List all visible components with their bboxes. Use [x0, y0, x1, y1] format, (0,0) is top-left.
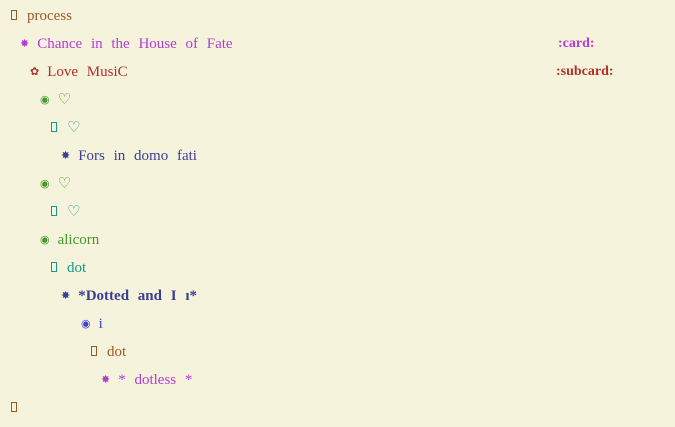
- outline-editor[interactable]: process ✸ Chance in the House of Fate :ca…: [0, 2, 675, 427]
- heading-text: i: [98, 316, 103, 332]
- heading-text: dot: [67, 260, 87, 276]
- outline-heading-heart-3[interactable]: ◉ ♡: [0, 170, 675, 198]
- heading-text: Love MusiC: [47, 64, 128, 80]
- outline-heading-dot-2[interactable]: dot: [0, 338, 675, 366]
- card-tag[interactable]: :card:: [558, 30, 595, 58]
- heading-text: process: [27, 8, 72, 24]
- outline-heading-heart-2[interactable]: ♡: [0, 114, 675, 142]
- star-bullet-icon: ✸: [61, 150, 71, 162]
- outline-heading-chance[interactable]: ✸ Chance in the House of Fate :card:: [0, 30, 675, 58]
- outline-heading-dotted[interactable]: ✸ *Dotted and I ı*: [0, 282, 675, 310]
- circle-dot-bullet-icon: ◉: [81, 318, 91, 330]
- outline-heading-dotless[interactable]: ✸ * dotless *: [0, 366, 675, 394]
- outline-heading-i[interactable]: ◉ i: [0, 310, 675, 338]
- square-bullet-icon: [91, 346, 97, 356]
- outline-heading-process[interactable]: process: [0, 2, 675, 30]
- star-bullet-icon: ✸: [20, 38, 30, 50]
- star-bullet-icon: ✸: [61, 290, 71, 302]
- subcard-tag[interactable]: :subcard:: [556, 58, 614, 86]
- heading-text: *Dotted and I ı*: [78, 288, 197, 304]
- square-bullet-icon: [11, 10, 17, 20]
- square-bullet-icon: [11, 402, 17, 412]
- flower-bullet-icon: ✿: [30, 66, 40, 78]
- outline-heading-alicorn[interactable]: ◉ alicorn: [0, 226, 675, 254]
- circle-dot-bullet-icon: ◉: [40, 234, 50, 246]
- square-bullet-icon: [51, 122, 57, 132]
- heading-text: dot: [107, 344, 127, 360]
- heart-icon: ♡: [57, 92, 72, 108]
- outline-heading-love-music[interactable]: ✿ Love MusiC :subcard:: [0, 58, 675, 86]
- circle-dot-bullet-icon: ◉: [40, 94, 50, 106]
- outline-heading-fors[interactable]: ✸ Fors in domo fati: [0, 142, 675, 170]
- outline-empty-line[interactable]: [0, 394, 675, 422]
- star-bullet-icon: ✸: [101, 374, 111, 386]
- heart-icon: ♡: [67, 120, 81, 136]
- heading-text: * dotless *: [118, 372, 193, 388]
- heart-icon: ♡: [57, 176, 72, 192]
- circle-dot-bullet-icon: ◉: [40, 178, 50, 190]
- outline-heading-dot-1[interactable]: dot: [0, 254, 675, 282]
- heading-text: Fors in domo fati: [78, 148, 197, 164]
- heading-text: Chance in the House of Fate: [37, 36, 233, 52]
- square-bullet-icon: [51, 262, 57, 272]
- heading-text: alicorn: [57, 232, 100, 248]
- square-bullet-icon: [51, 206, 57, 216]
- outline-heading-heart-1[interactable]: ◉ ♡: [0, 86, 675, 114]
- outline-heading-heart-4[interactable]: ♡: [0, 198, 675, 226]
- heart-icon: ♡: [67, 204, 81, 220]
